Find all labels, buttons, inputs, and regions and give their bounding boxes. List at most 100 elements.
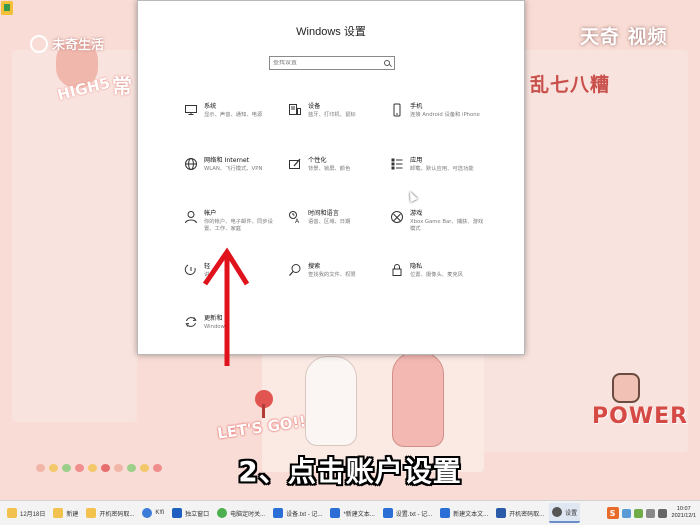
app-icon xyxy=(142,508,153,518)
category-time-language[interactable]: A 时间和语言 语音、区域、日期 xyxy=(288,210,398,250)
globe-icon xyxy=(184,157,198,171)
settings-window: Windows 设置 系统 显示、声音、通知、电源 设备 蓝牙、打印机、鼠标 手… xyxy=(137,0,525,355)
phone-icon xyxy=(390,103,404,117)
category-gaming-title: 游戏 xyxy=(410,210,423,217)
taskbar-item-label: 12月18日 xyxy=(20,511,46,518)
search-input[interactable] xyxy=(273,60,384,66)
watermark-left: 未奇生活 xyxy=(30,34,104,53)
category-search[interactable]: 搜索 查找我的文件、权限 xyxy=(288,263,398,303)
power-sticker: POWER xyxy=(592,404,689,429)
lock-icon xyxy=(390,263,404,277)
taskbar-item-label: 独立窗口 xyxy=(185,511,210,518)
subtitle-caption: 2、点击账户设置 xyxy=(238,455,462,488)
notepad-icon xyxy=(273,508,284,518)
category-system-title: 系统 xyxy=(204,103,217,110)
taskbar-item-label: 电脑定时关... xyxy=(230,511,266,518)
tray-app-icon[interactable] xyxy=(621,508,631,518)
category-personalization[interactable]: 个性化 背景、锁屏、颜色 xyxy=(288,157,398,197)
category-search-desc: 查找我的文件、权限 xyxy=(308,272,356,278)
category-system[interactable]: 系统 显示、声音、通知、电源 xyxy=(184,103,294,143)
white-cartoon-character xyxy=(305,356,357,446)
category-system-desc: 显示、声音、通知、电源 xyxy=(204,112,263,118)
monitor-icon xyxy=(184,103,198,117)
tray-app-icon[interactable] xyxy=(633,508,643,518)
taskbar-item-5[interactable]: 独立窗口 xyxy=(169,503,212,523)
taskbar-item-8[interactable]: *新建文本... xyxy=(327,503,377,523)
tray-network-icon[interactable] xyxy=(645,508,655,518)
taskbar-clock[interactable]: 10:07 2021/12/1 xyxy=(672,506,696,520)
taskbar-item-7[interactable]: 设备.txt - 记... xyxy=(270,503,325,523)
category-time-title: 时间和语言 xyxy=(308,210,339,217)
word-icon xyxy=(496,508,507,518)
category-personalization-title: 个性化 xyxy=(308,157,327,164)
clock-date: 2021/12/1 xyxy=(671,513,696,519)
taskbar-item-label: 设置 xyxy=(565,510,578,517)
brush-icon xyxy=(288,157,302,171)
window-titlebar[interactable] xyxy=(138,1,524,9)
category-accounts-desc: 你的帐户、电子邮件、同步设置、工作、家庭 xyxy=(204,219,273,232)
taskbar-item-label: 设置.txt - 记... xyxy=(395,511,433,518)
category-phone-desc: 连接 Android 设备和 iPhone xyxy=(410,112,480,118)
folder-icon xyxy=(7,508,17,518)
taskbar-item-10[interactable]: 新建文本文... xyxy=(437,503,491,523)
category-privacy-desc: 位置、摄像头、麦克风 xyxy=(410,272,463,278)
taskbar-item-6[interactable]: 电脑定时关... xyxy=(214,503,268,523)
gear-icon xyxy=(552,507,563,517)
taskbar-item-label: 开机密码取... xyxy=(99,511,135,518)
browser-icon xyxy=(217,508,228,518)
window-app-icon xyxy=(172,508,183,518)
ime-sogou-icon[interactable]: S xyxy=(606,507,619,519)
taskbar-item-11[interactable]: 开机密码取... xyxy=(493,503,547,523)
person-icon xyxy=(184,210,198,224)
category-accounts-title: 帐户 xyxy=(204,210,217,217)
category-phone-title: 手机 xyxy=(410,103,423,110)
category-search-title: 搜索 xyxy=(308,263,321,270)
category-network-title: 网络和 Internet xyxy=(204,157,250,164)
taskbar-item-label: 开机密码取... xyxy=(509,511,545,518)
watermark-logo-icon xyxy=(30,34,48,53)
ease-of-access-icon xyxy=(184,263,198,277)
category-gaming[interactable]: 游戏 Xbox Game Bar、捕获、游戏模式 xyxy=(390,210,500,250)
category-personalization-desc: 背景、锁屏、颜色 xyxy=(308,166,351,172)
svg-text:A: A xyxy=(295,218,300,224)
category-devices[interactable]: 设备 蓝牙、打印机、鼠标 xyxy=(288,103,398,143)
tray-volume-icon[interactable] xyxy=(657,508,667,518)
magnifier-icon xyxy=(288,263,302,277)
luanqibazao-sticker: 乱七八糟 xyxy=(530,74,611,96)
taskbar-item-settings[interactable]: 设置 xyxy=(549,503,581,523)
folder-icon xyxy=(86,508,97,518)
taskbar-item-9[interactable]: 设置.txt - 记... xyxy=(380,503,435,523)
category-network[interactable]: 网络和 Internet WLAN、飞行模式、VPN xyxy=(184,157,294,197)
taskbar-item-3[interactable]: 开机密码取... xyxy=(83,503,137,523)
corner-app-logo xyxy=(0,0,14,38)
system-tray: S 10:07 2021/12/1 xyxy=(606,506,700,520)
category-privacy[interactable]: 隐私 位置、摄像头、麦克风 xyxy=(390,263,500,303)
search-icon xyxy=(384,59,391,67)
taskbar-item-label: K!fi xyxy=(155,510,165,516)
category-devices-desc: 蓝牙、打印机、鼠标 xyxy=(308,112,356,118)
category-time-desc: 语音、区域、日期 xyxy=(308,219,351,225)
page-title: Windows 设置 xyxy=(296,26,366,38)
taskbar-item-label: 设备.txt - 记... xyxy=(286,511,323,518)
taskbar-item-2[interactable]: 新建 xyxy=(50,503,81,523)
taskbar-item-label: *新建文本... xyxy=(343,511,375,518)
time-language-icon: A xyxy=(288,210,302,224)
notepad-icon xyxy=(330,508,341,518)
fist-sticker xyxy=(612,373,640,403)
refresh-icon xyxy=(184,315,198,329)
notepad-icon xyxy=(440,508,451,518)
xbox-icon xyxy=(390,210,404,224)
category-apps[interactable]: 应用 卸载、默认应用、可选功能 xyxy=(390,157,500,197)
watermark-left-text: 未奇生活 xyxy=(52,38,105,53)
category-privacy-title: 隐私 xyxy=(410,263,423,270)
folder-icon xyxy=(53,508,64,518)
search-box[interactable] xyxy=(269,56,395,70)
category-phone[interactable]: 手机 连接 Android 设备和 iPhone xyxy=(390,103,500,143)
pink-cartoon-character xyxy=(392,352,444,447)
taskbar-item-label: 新建 xyxy=(66,511,79,518)
category-devices-title: 设备 xyxy=(308,103,321,110)
taskbar-item-4[interactable]: K!fi xyxy=(139,503,167,523)
category-apps-title: 应用 xyxy=(410,157,423,164)
taskbar-item-1[interactable]: 12月18日 xyxy=(4,503,48,523)
changwen-sticker: 常 xyxy=(112,74,132,98)
